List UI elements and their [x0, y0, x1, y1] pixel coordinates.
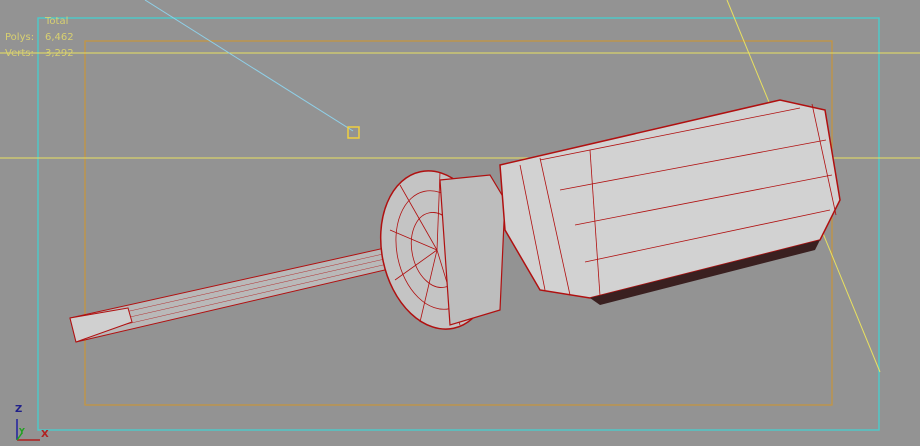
stats-header: Total [45, 16, 69, 27]
axis-y-label: Y [19, 427, 25, 436]
target-line [144, 0, 354, 132]
axis-x-label: X [41, 429, 49, 440]
axis-z-label: Z [15, 404, 23, 415]
screwdriver-model[interactable] [69, 99, 841, 343]
verts-value: 3,292 [45, 48, 74, 59]
verts-label: Verts: [5, 48, 34, 59]
polys-label: Polys: [5, 32, 35, 43]
polys-value: 6,462 [45, 32, 74, 43]
viewport-canvas[interactable] [0, 0, 920, 446]
